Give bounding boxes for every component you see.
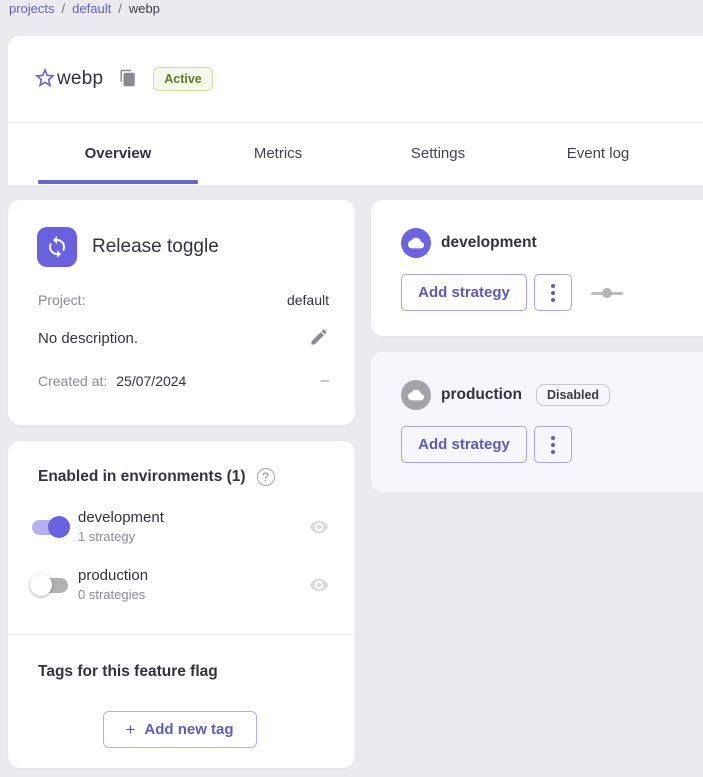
flag-header-card: webp Active Overview Metrics Settings Ev… <box>8 36 703 185</box>
eye-icon[interactable] <box>309 575 329 595</box>
environment-strategy-count: 1 strategy <box>78 529 309 544</box>
help-icon[interactable]: ? <box>257 468 275 486</box>
page-title: webp <box>57 68 103 90</box>
add-new-tag-label: Add new tag <box>144 721 233 738</box>
more-options-button[interactable] <box>534 274 572 311</box>
disabled-badge: Disabled <box>536 384 610 406</box>
copy-name-button[interactable] <box>118 69 138 89</box>
breadcrumb-current: webp <box>129 1 160 16</box>
star-icon <box>33 66 57 93</box>
add-strategy-button[interactable]: Add strategy <box>401 426 527 463</box>
release-toggle-icon <box>37 227 77 267</box>
project-row: Project: default <box>38 292 329 308</box>
breadcrumb: projects / default / webp <box>9 1 160 16</box>
tab-overview[interactable]: Overview <box>38 123 198 184</box>
environment-card-title: development <box>441 234 537 252</box>
tab-event-log[interactable]: Event log <box>518 123 678 184</box>
description-row: No description. <box>38 327 329 350</box>
environment-name: production <box>78 567 309 584</box>
empty-value-dash: – <box>321 372 329 389</box>
breadcrumb-link-default[interactable]: default <box>72 1 111 16</box>
production-environment-card: production Disabled Add strategy <box>371 352 703 492</box>
flag-type-label: Release toggle <box>92 236 219 258</box>
more-options-button[interactable] <box>534 426 572 463</box>
flag-header-top: webp Active <box>8 36 703 123</box>
favorite-button[interactable] <box>33 67 57 91</box>
add-strategy-button[interactable]: Add strategy <box>401 274 527 311</box>
environment-row-production: production 0 strategies <box>30 567 329 602</box>
active-tab-indicator <box>38 180 198 184</box>
flag-type-row: Release toggle <box>37 227 329 267</box>
environments-card: Enabled in environments (1) ? developmen… <box>8 441 355 768</box>
environment-name: development <box>78 509 309 526</box>
tags-section: Tags for this feature flag + Add new tag <box>8 635 355 748</box>
tab-metrics[interactable]: Metrics <box>198 123 358 184</box>
kebab-icon <box>551 436 555 454</box>
eye-icon[interactable] <box>309 517 329 537</box>
cloud-icon <box>401 380 431 410</box>
add-new-tag-button[interactable]: + Add new tag <box>103 711 257 748</box>
project-label: Project: <box>38 292 85 308</box>
kebab-icon <box>551 284 555 302</box>
environments-heading: Enabled in environments (1) <box>38 468 246 486</box>
development-environment-card: development Add strategy <box>371 200 703 336</box>
production-toggle[interactable] <box>30 574 70 596</box>
description-text: No description. <box>38 330 138 347</box>
rollout-slider[interactable] <box>591 287 623 299</box>
pencil-icon <box>309 327 329 350</box>
tags-heading: Tags for this feature flag <box>38 663 329 681</box>
environment-card-title: production <box>441 386 522 404</box>
flag-type-card: Release toggle Project: default No descr… <box>8 200 355 425</box>
breadcrumb-separator: / <box>62 1 66 16</box>
breadcrumb-link-projects[interactable]: projects <box>9 1 55 16</box>
status-badge: Active <box>153 67 213 91</box>
created-at-row: Created at: 25/07/2024 – <box>38 372 329 389</box>
environment-strategy-count: 0 strategies <box>78 587 309 602</box>
edit-description-button[interactable] <box>309 327 329 350</box>
tab-bar: Overview Metrics Settings Event log <box>8 123 703 184</box>
environments-section: Enabled in environments (1) ? developmen… <box>8 441 355 602</box>
plus-icon: + <box>125 720 135 740</box>
cloud-icon <box>401 228 431 258</box>
environment-row-development: development 1 strategy <box>30 509 329 544</box>
created-at-label: Created at: <box>38 373 107 389</box>
copy-icon <box>119 69 137 90</box>
breadcrumb-separator: / <box>118 1 122 16</box>
development-toggle[interactable] <box>30 516 70 538</box>
project-value: default <box>287 292 329 308</box>
created-at-value: 25/07/2024 <box>116 373 186 389</box>
tab-settings[interactable]: Settings <box>358 123 518 184</box>
